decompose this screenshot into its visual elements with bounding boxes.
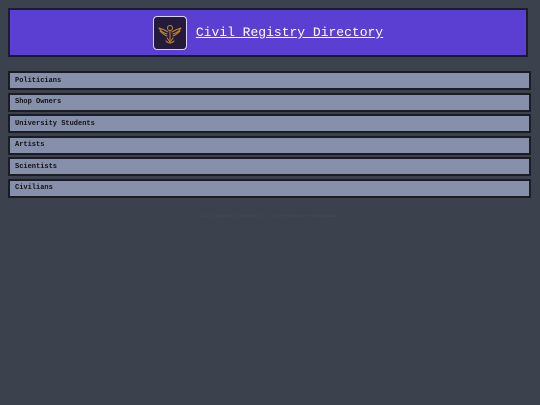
page-title[interactable]: Civil Registry Directory	[196, 25, 383, 40]
category-university-students[interactable]: University Students	[8, 114, 531, 134]
category-scientists[interactable]: Scientists	[8, 157, 531, 177]
footer-text: Civil Registry Directory © — All records…	[201, 215, 339, 219]
category-list: Politicians Shop Owners University Stude…	[8, 71, 531, 201]
category-artists[interactable]: Artists	[8, 135, 531, 155]
site-header: Civil Registry Directory	[8, 8, 528, 57]
category-civilians[interactable]: Civilians	[8, 178, 531, 198]
category-politicians[interactable]: Politicians	[8, 71, 531, 90]
category-shop-owners[interactable]: Shop Owners	[8, 92, 531, 112]
eagle-emblem-icon	[152, 15, 187, 50]
